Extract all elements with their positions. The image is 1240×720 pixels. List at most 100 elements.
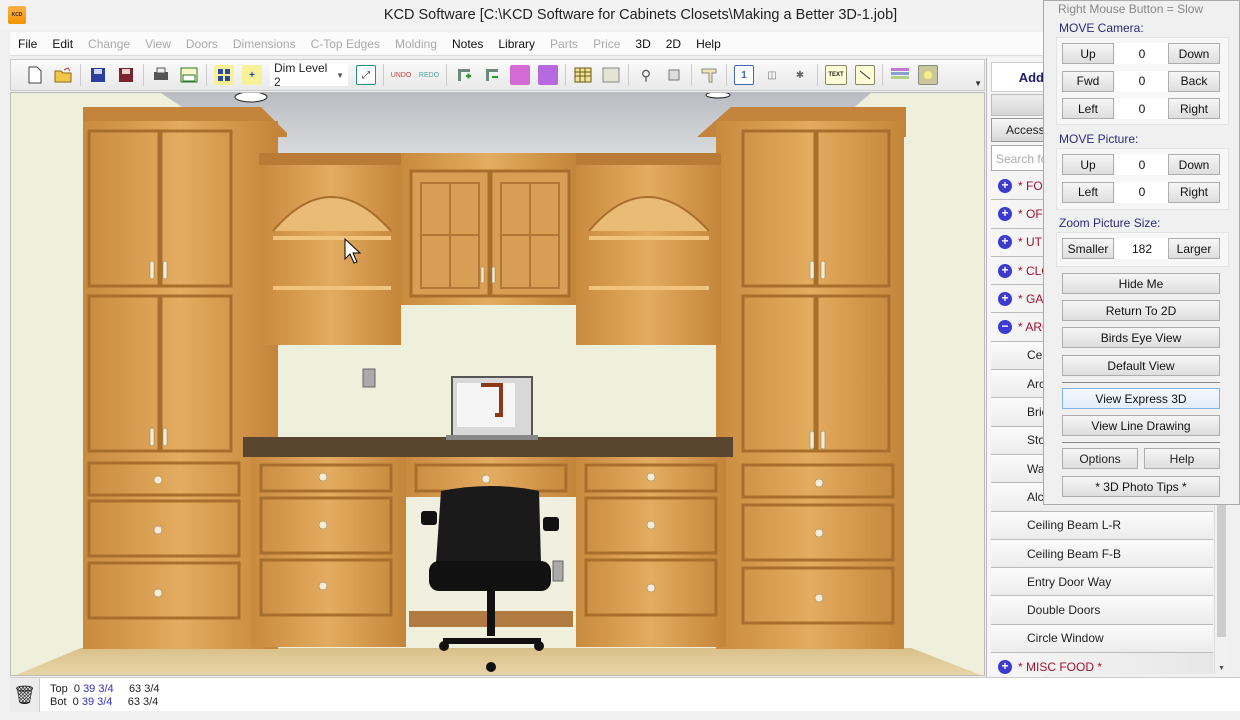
camera-fwd-input[interactable]: 0 [1115,70,1169,92]
expand-icon[interactable]: + [998,659,1012,674]
camera-left-button[interactable]: Left [1062,98,1114,119]
grid-icon[interactable] [214,65,234,85]
zoom-picture-label: Zoom Picture Size: [1059,216,1161,230]
cabinet-alt-icon[interactable] [538,65,558,85]
camera-up-input[interactable]: 0 [1115,43,1169,64]
list-icon[interactable] [601,65,621,85]
redo-icon[interactable]: REDO [419,65,439,85]
scrollbar-thumb[interactable] [1217,502,1226,637]
open-folder-icon[interactable] [53,65,73,85]
3d-control-panel: Right Mouse Button = Slow MOVE Camera: U… [1043,0,1240,505]
picture-up-input[interactable]: 0 [1115,154,1169,175]
mouse-hint: Right Mouse Button = Slow [1058,2,1204,16]
camera-down-button[interactable]: Down [1168,43,1220,64]
library-item[interactable]: Entry Door Way [991,568,1213,597]
view-line-drawing-button[interactable]: View Line Drawing [1062,415,1220,436]
hide-me-button[interactable]: Hide Me [1062,273,1220,294]
menu-library[interactable]: Library [498,37,535,51]
new-file-icon[interactable] [25,65,45,85]
layout-icon[interactable] [179,65,199,85]
view-express-3d-button[interactable]: View Express 3D [1062,388,1220,409]
zoom-larger-button[interactable]: Larger [1168,238,1220,259]
status-bot-b: 39 3/4 [81,696,113,708]
status-bot-label: Bot [50,696,67,708]
menu-notes[interactable]: Notes [452,37,483,51]
expand-icon[interactable]: + [998,206,1012,221]
add-dims-icon[interactable]: + [242,65,262,85]
status-top-a: 0 [73,683,80,695]
camera-up-button[interactable]: Up [1062,43,1114,64]
menu-edit[interactable]: Edit [52,37,73,51]
camera-left-input[interactable]: 0 [1115,98,1169,119]
options-button[interactable]: Options [1062,448,1138,469]
status-bot-a: 0 [72,696,79,708]
print-icon[interactable] [151,65,171,85]
library-search-input[interactable]: Search for [991,145,1047,171]
expand-icon[interactable]: + [998,235,1012,250]
library-row-label: Ceiling Beam F-B [1027,546,1122,561]
camera-right-button[interactable]: Right [1168,98,1220,119]
picture-left-button[interactable]: Left [1062,181,1114,203]
3d-render [11,93,984,675]
zoom-smaller-button[interactable]: Smaller [1062,238,1114,259]
dim-level-select[interactable]: Dim Level 2 ▼ [270,61,348,89]
scroll-down-icon[interactable]: ▼ [1218,665,1225,672]
picture-down-button[interactable]: Down [1168,154,1220,175]
save-as-icon[interactable] [116,65,136,85]
help-button[interactable]: Help [1144,448,1220,469]
library-category[interactable]: + * MISC FOOD * [991,653,1213,674]
menu-3d[interactable]: 3D [635,37,650,51]
accessories-button[interactable]: Accessories [991,118,1047,142]
divider [1062,442,1220,443]
expand-icon[interactable]: + [998,291,1012,306]
3d-photo-tips-button[interactable]: * 3D Photo Tips * [1062,476,1220,497]
zoom-size-input[interactable]: 182 [1115,238,1169,259]
zoom-in-icon[interactable]: ⚲ [636,65,656,85]
toolbar-overflow-icon[interactable]: ▼ [974,79,982,88]
table-icon[interactable] [573,65,593,85]
picture-right-button[interactable]: Right [1168,181,1220,203]
picture-up-button[interactable]: Up [1062,154,1114,175]
default-view-button[interactable]: Default View [1062,355,1220,376]
expand-icon[interactable]: + [998,263,1012,278]
library-item[interactable]: Ceiling Beam L-R [991,511,1213,540]
birds-eye-view-button[interactable]: Birds Eye View [1062,327,1220,348]
menu-2d[interactable]: 2D [666,37,681,51]
page-icon[interactable]: 1 [734,65,754,85]
trash-can-icon[interactable]: 🗑 [10,678,40,712]
add-row-icon[interactable] [454,65,474,85]
menu-file[interactable]: File [18,37,37,51]
text-icon[interactable]: TEXT [825,65,847,85]
render-icon[interactable] [918,65,938,85]
picture-left-input[interactable]: 0 [1115,181,1169,203]
cabinet-icon[interactable] [510,65,530,85]
title-bar: KCD KCD Software [C:\KCD Software for Ca… [0,0,1045,30]
camera-fwd-button[interactable]: Fwd [1062,70,1114,92]
expand-icon[interactable]: + [998,178,1012,193]
frame-icon[interactable] [664,65,684,85]
library-item[interactable]: Ceiling Beam F-B [991,539,1213,569]
add-tab[interactable]: Add [991,62,1047,92]
collapse-icon[interactable]: − [998,320,1012,335]
library-item[interactable]: Double Doors [991,596,1213,625]
columns-icon[interactable]: ◫ [762,65,782,85]
library-item[interactable]: Circle Window [991,624,1213,654]
3d-viewport[interactable] [10,92,985,676]
menu-help[interactable]: Help [696,37,721,51]
status-top-c: 63 3/4 [128,683,160,695]
chevron-down-icon: ▼ [336,70,344,80]
remove-row-icon[interactable] [482,65,502,85]
return-to-2d-button[interactable]: Return To 2D [1062,300,1220,321]
save-icon[interactable] [88,65,108,85]
undo-icon[interactable]: UNDO [391,65,412,85]
molding-icon[interactable] [699,65,719,85]
layers-icon[interactable] [890,65,910,85]
library-row-label: Ceiling Beam L-R [1027,518,1122,533]
wand-icon[interactable]: ✱ [790,65,810,85]
camera-back-button[interactable]: Back [1168,70,1220,92]
status-top-label: Top [50,683,68,695]
dim-level-value: Dim Level 2 [274,61,328,89]
zoom-fit-icon[interactable]: ⤢ [356,65,376,85]
menu-price: Price [593,36,621,51]
line-icon[interactable] [855,65,875,85]
